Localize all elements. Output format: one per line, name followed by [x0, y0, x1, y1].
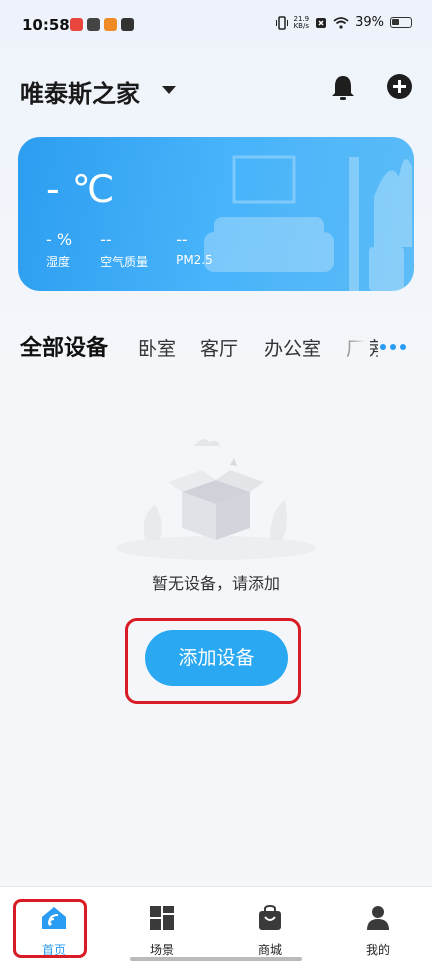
grid-icon: [150, 906, 174, 930]
nav-label: 商城: [257, 943, 282, 957]
home-selector[interactable]: 唯泰斯之家: [20, 74, 140, 109]
temperature-value: - ℃: [46, 167, 115, 211]
status-time: 10:58: [22, 16, 70, 34]
empty-message: 暂无设备，请添加: [151, 574, 280, 593]
add-device-button[interactable]: 添加设备: [145, 630, 288, 686]
no-sim-icon: [316, 17, 327, 28]
tab-strip: 全部设备 卧室 客厅 办公室 厂房: [0, 330, 378, 364]
tab-bedroom[interactable]: 卧室: [138, 334, 176, 361]
app-notification-icon: [70, 18, 83, 31]
nav-label: 场景: [149, 943, 174, 957]
pm25-metric: -- PM2.5: [176, 231, 213, 270]
metric-value: --: [100, 230, 112, 249]
nav-scenes[interactable]: 场景: [132, 905, 192, 958]
metric-value: --: [176, 230, 188, 249]
bell-icon[interactable]: [330, 74, 356, 102]
battery-percent: 39%: [355, 15, 384, 30]
weather-card[interactable]: - ℃ - % 湿度 -- 空气质量 -- PM2.5: [18, 137, 414, 291]
shopping-bag-icon: [259, 904, 281, 930]
tab-all-devices[interactable]: 全部设备: [20, 330, 108, 362]
vibrate-icon: [275, 15, 288, 30]
weather-metrics: - % 湿度 -- 空气质量 -- PM2.5: [46, 231, 241, 270]
net-speed-unit: KB/s: [293, 21, 309, 30]
app-notification-icon: [121, 18, 134, 31]
highlight-box: [13, 899, 87, 958]
nav-mall[interactable]: 商城: [240, 904, 300, 958]
tab-office[interactable]: 办公室: [264, 334, 321, 361]
metric-value: - %: [46, 230, 73, 249]
more-dots-icon[interactable]: [380, 344, 406, 350]
metric-label: 湿度: [46, 255, 71, 269]
status-right: 21.9 KB/s 39%: [275, 15, 412, 30]
gesture-bar[interactable]: [130, 957, 302, 961]
caret-down-icon[interactable]: [162, 86, 176, 94]
status-bar: 10:58 21.9 KB/s 39%: [0, 0, 432, 50]
status-app-icons: [70, 18, 134, 31]
empty-box-illustration: [116, 439, 316, 560]
tab-living-room[interactable]: 客厅: [200, 334, 238, 361]
nav-profile[interactable]: 我的: [348, 905, 408, 958]
humidity-metric: - % 湿度: [46, 231, 72, 270]
battery-icon: [390, 17, 412, 28]
metric-label: 空气质量: [100, 255, 149, 269]
tab-fade: [330, 330, 370, 364]
metric-label: PM2.5: [176, 253, 213, 267]
person-icon: [367, 906, 389, 930]
nav-label: 我的: [365, 943, 390, 957]
room-tabs: 全部设备 卧室 客厅 办公室 厂房: [0, 330, 432, 364]
network-speed: 21.9 KB/s: [293, 15, 310, 30]
app-notification-icon: [87, 18, 100, 31]
header: 唯泰斯之家: [0, 64, 432, 112]
air-quality-metric: -- 空气质量: [100, 231, 148, 270]
app-notification-icon: [104, 18, 117, 31]
wifi-icon: [333, 16, 349, 29]
add-icon[interactable]: [387, 74, 412, 99]
